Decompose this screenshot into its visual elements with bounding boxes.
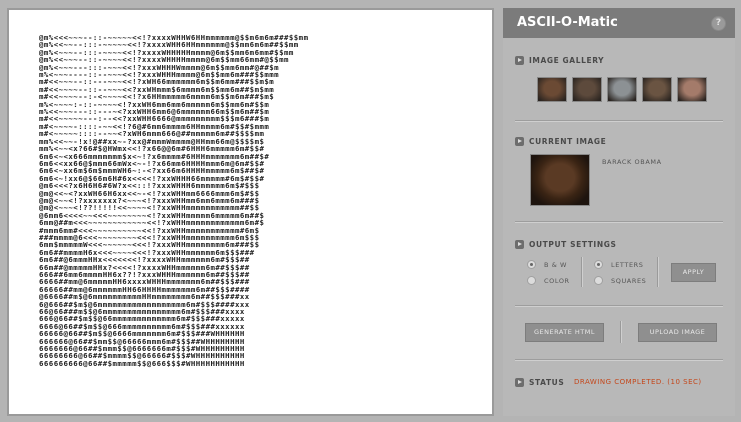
radio-squares-row[interactable]: SQUARES	[594, 276, 646, 285]
divider	[515, 305, 723, 307]
thumbnail-young-man[interactable]	[642, 77, 672, 102]
control-panel: ASCII-O-Matic ? IMAGE GALLERY CURRENT IM…	[503, 8, 735, 416]
vertical-divider	[620, 321, 622, 343]
vertical-divider	[581, 257, 583, 287]
thumbnail-barack-obama[interactable]	[537, 77, 567, 102]
radio-squares-label: SQUARES	[611, 276, 647, 285]
help-icon[interactable]: ?	[711, 16, 726, 31]
gallery-section-header: IMAGE GALLERY	[515, 54, 604, 66]
radio-bw-label: B & W	[544, 260, 568, 269]
thumbnail-colin-powell[interactable]	[572, 77, 602, 102]
gallery-thumbnails	[537, 77, 707, 102]
status-section-header: STATUS	[515, 376, 564, 388]
thumbnail-cat[interactable]	[607, 77, 637, 102]
arrow-right-icon	[515, 239, 524, 249]
current-image-preview	[530, 154, 590, 206]
settings-section-header: OUTPUT SETTINGS	[515, 238, 616, 250]
arrow-right-icon	[515, 377, 524, 387]
arrow-right-icon	[515, 55, 524, 65]
radio-letters-label: LETTERS	[611, 260, 644, 269]
arrow-right-icon	[515, 136, 524, 146]
current-image-name: BARACK OBAMA	[602, 158, 662, 166]
gallery-heading: IMAGE GALLERY	[529, 55, 605, 65]
thumbnail-older-man[interactable]	[677, 77, 707, 102]
radio-letters[interactable]	[594, 260, 603, 269]
settings-heading: OUTPUT SETTINGS	[529, 239, 617, 249]
apply-button[interactable]: APPLY	[671, 263, 716, 282]
divider	[515, 221, 723, 223]
status-heading: STATUS	[529, 377, 565, 387]
radio-color[interactable]	[527, 276, 536, 285]
radio-bw[interactable]	[527, 260, 536, 269]
radio-bw-row[interactable]: B & W	[527, 260, 567, 269]
current-section-header: CURRENT IMAGE	[515, 135, 606, 147]
radio-color-row[interactable]: COLOR	[527, 276, 570, 285]
vertical-divider	[657, 257, 659, 287]
ascii-art-output: @m%<<<~~~--::-~~~~~<<!?xxxxWHHW6HHmmmmmm…	[39, 34, 309, 368]
panel-header: ASCII-O-Matic ?	[503, 8, 735, 38]
radio-squares[interactable]	[594, 276, 603, 285]
radio-letters-row[interactable]: LETTERS	[594, 260, 644, 269]
upload-image-button[interactable]: UPLOAD IMAGE	[638, 323, 717, 342]
generate-html-button[interactable]: GENERATE HTML	[525, 323, 604, 342]
divider	[515, 359, 723, 361]
divider	[515, 120, 723, 122]
current-heading: CURRENT IMAGE	[529, 136, 607, 146]
radio-color-label: COLOR	[544, 276, 570, 285]
status-message: DRAWING COMPLETED. (10 SEC)	[574, 378, 702, 386]
app-title: ASCII-O-Matic	[517, 15, 618, 30]
ascii-canvas: @m%<<<~~~--::-~~~~~<<!?xxxxWHHW6HHmmmmmm…	[7, 8, 494, 416]
